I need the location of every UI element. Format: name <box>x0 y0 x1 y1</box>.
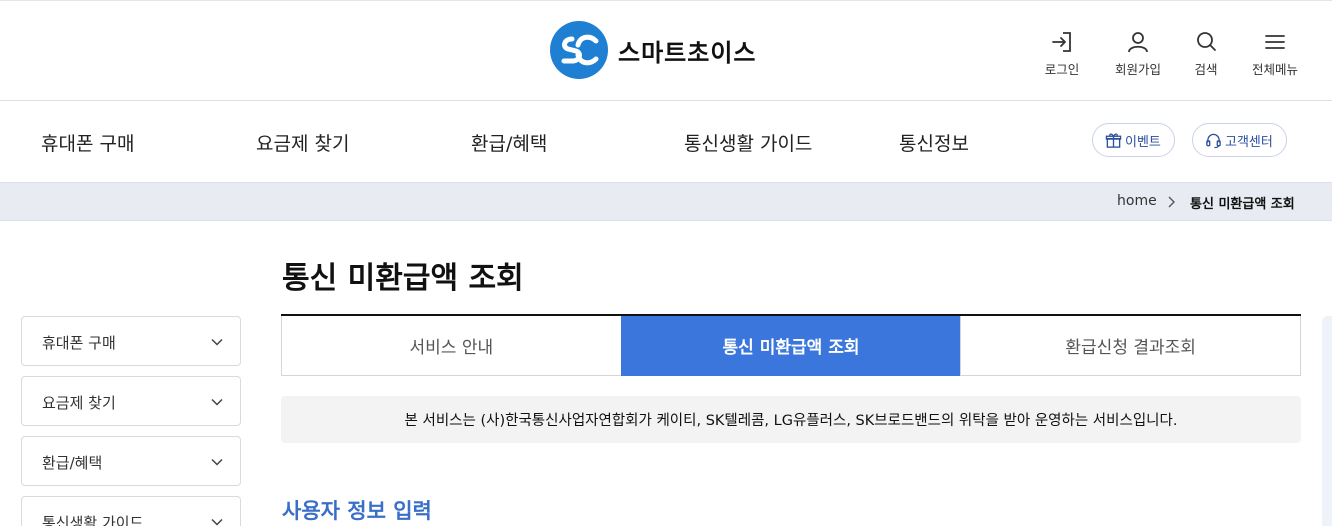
chevron-down-icon <box>211 518 223 526</box>
breadcrumb-current: 통신 미환급액 조회 <box>1190 197 1295 212</box>
chevron-down-icon <box>211 398 223 406</box>
sidebar-item-refund-benefit[interactable]: 환급/혜택 <box>21 436 241 486</box>
headset-icon <box>1206 133 1221 148</box>
tab-refund-result[interactable]: 환급신청 결과조회 <box>960 316 1302 376</box>
gnb-item-phone-purchase[interactable]: 휴대폰 구매 <box>41 129 134 156</box>
gnb-item-telecom-guide[interactable]: 통신생활 가이드 <box>684 129 812 156</box>
content-tabs: 서비스 안내 통신 미환급액 조회 환급신청 결과조회 <box>281 314 1302 376</box>
chevron-down-icon <box>211 458 223 466</box>
top-header: 스마트초이스 로그인 회원가입 검색 전체메뉴 <box>0 0 1332 101</box>
sidebar-item-label: 휴대폰 구매 <box>42 334 116 352</box>
sidebar-item-phone-purchase[interactable]: 휴대폰 구매 <box>21 316 241 366</box>
tab-unrefunded-inquiry[interactable]: 통신 미환급액 조회 <box>620 316 961 376</box>
menu-icon <box>1265 35 1285 49</box>
search-link[interactable]: 검색 <box>1171 29 1241 78</box>
login-link[interactable]: 로그인 <box>1027 29 1097 78</box>
gnb-item-telecom-info[interactable]: 통신정보 <box>899 129 969 156</box>
gnb-item-refund-benefit[interactable]: 환급/혜택 <box>471 129 547 156</box>
signup-label: 회원가입 <box>1114 62 1161 77</box>
chevron-right-icon <box>1168 196 1175 208</box>
breadcrumb-home[interactable]: home <box>1117 193 1157 209</box>
page-title: 통신 미환급액 조회 <box>282 261 524 296</box>
event-label: 이벤트 <box>1125 134 1161 150</box>
tab-service-info[interactable]: 서비스 안내 <box>281 316 621 376</box>
support-label: 고객센터 <box>1225 134 1273 150</box>
logo-text: 스마트초이스 <box>618 38 757 67</box>
search-label: 검색 <box>1194 62 1218 77</box>
side-panel-edge <box>1322 316 1332 526</box>
gift-icon <box>1105 133 1122 148</box>
login-label: 로그인 <box>1044 62 1080 77</box>
site-logo[interactable]: 스마트초이스 <box>550 21 756 79</box>
user-icon <box>1128 32 1148 53</box>
breadcrumb: home 통신 미환급액 조회 <box>0 182 1332 221</box>
section-title: 사용자 정보 입력 <box>282 499 432 523</box>
all-menu-link[interactable]: 전체메뉴 <box>1240 29 1310 78</box>
login-icon <box>1052 32 1071 52</box>
sidebar-item-plan-search[interactable]: 요금제 찾기 <box>21 376 241 426</box>
event-button[interactable]: 이벤트 <box>1092 123 1175 157</box>
sidebar-item-label: 요금제 찾기 <box>42 394 116 412</box>
support-button[interactable]: 고객센터 <box>1192 123 1287 157</box>
all-menu-label: 전체메뉴 <box>1251 62 1298 77</box>
sidebar-item-label: 환급/혜택 <box>42 454 103 472</box>
sidebar-item-telecom-guide[interactable]: 통신생활 가이드 <box>21 496 241 526</box>
logo-icon <box>550 21 608 79</box>
signup-link[interactable]: 회원가입 <box>1103 29 1173 78</box>
gnb-item-plan-search[interactable]: 요금제 찾기 <box>256 129 349 156</box>
search-icon <box>1197 32 1216 51</box>
service-notice: 본 서비스는 (사)한국통신사업자연합회가 케이티, SK텔레콤, LG유플러스… <box>281 396 1301 443</box>
global-nav: 휴대폰 구매 요금제 찾기 환급/혜택 통신생활 가이드 통신정보 이벤트 고객… <box>0 101 1332 182</box>
chevron-down-icon <box>211 338 223 346</box>
sidebar-item-label: 통신생활 가이드 <box>42 514 144 526</box>
